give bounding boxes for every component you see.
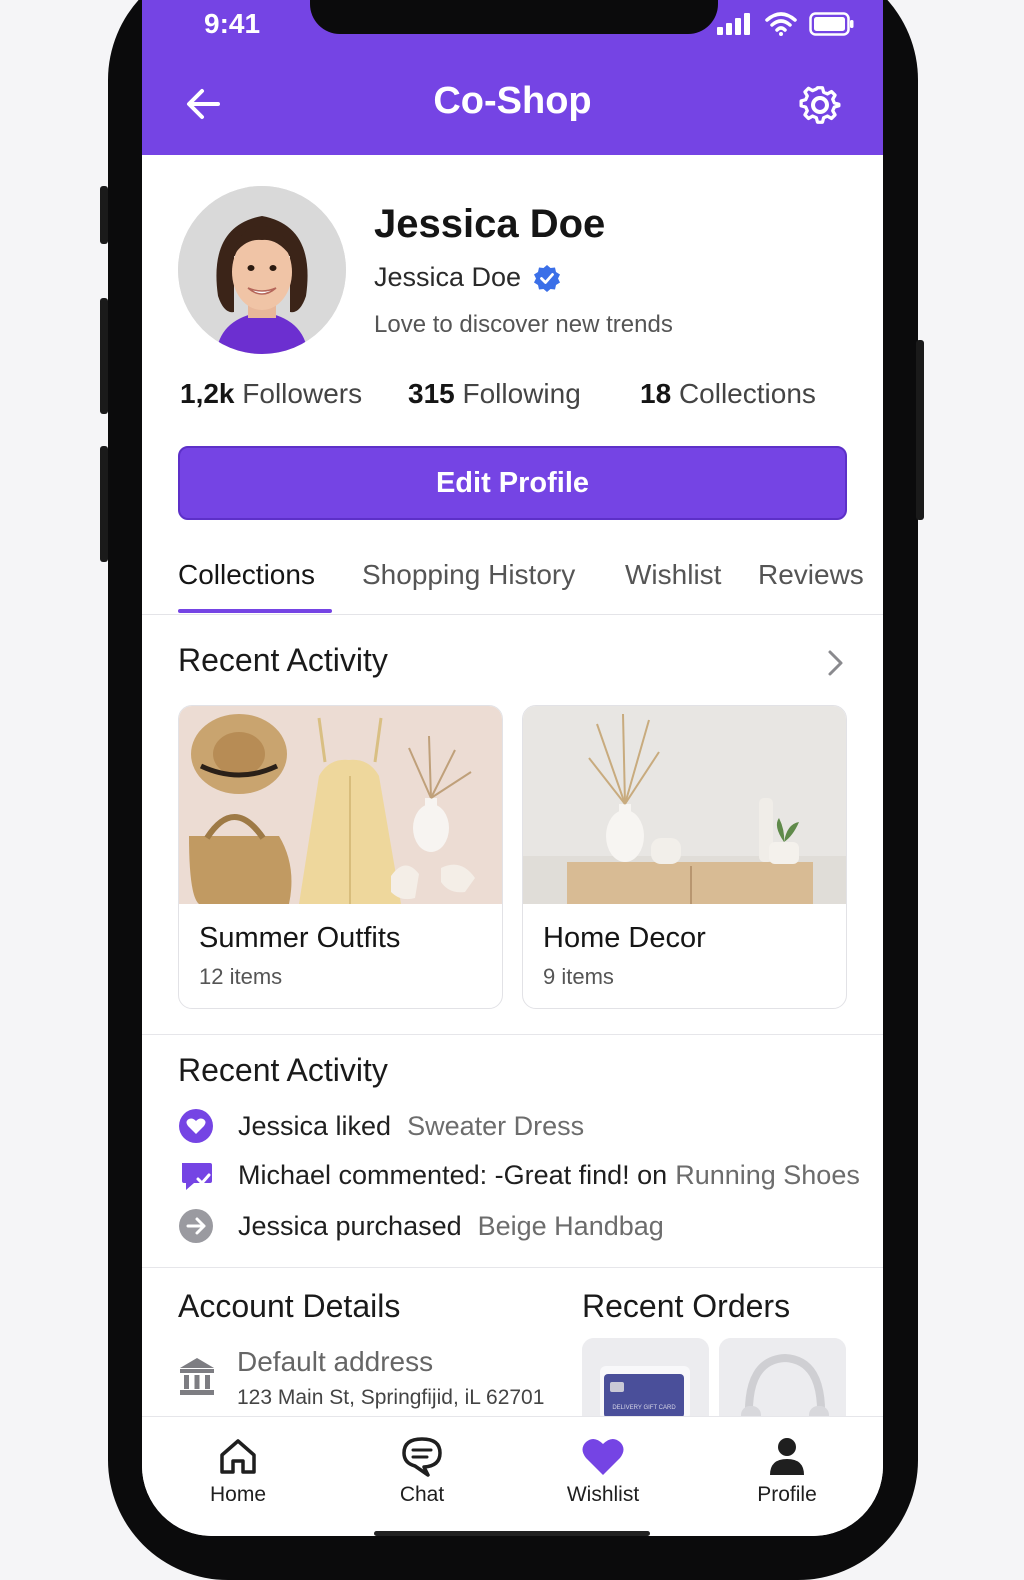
- top-app-bar: 9:41 Co-Shop: [142, 0, 883, 155]
- collection-card-summer-outfits[interactable]: Summer Outfits 12 items: [178, 705, 503, 1009]
- nav-profile[interactable]: Profile: [727, 1435, 847, 1507]
- default-address-label[interactable]: Default address: [237, 1346, 433, 1378]
- tab-collections[interactable]: Collections: [178, 559, 315, 591]
- section-divider: [142, 1267, 883, 1268]
- stat-collections[interactable]: 18 Collections: [640, 378, 816, 410]
- home-decor-image: [523, 706, 846, 904]
- active-tab-indicator: [178, 609, 332, 613]
- avatar-image: [178, 186, 346, 354]
- activity-text: Jessica purchased: [238, 1210, 462, 1241]
- heart-icon: [179, 1109, 213, 1143]
- home-icon: [220, 1439, 256, 1474]
- activity-section-title: Recent Activity: [178, 1052, 388, 1088]
- account-details-title: Account Details: [178, 1288, 401, 1324]
- activity-item[interactable]: Jessica liked Sweater Dress: [178, 1106, 584, 1146]
- edit-profile-button[interactable]: Edit Profile: [178, 446, 847, 520]
- section-divider: [142, 1034, 883, 1035]
- stat-followers[interactable]: 1,2k Followers: [180, 378, 362, 410]
- profile-display-name: Jessica Doe: [374, 202, 606, 246]
- stat-following-value: 315: [408, 378, 455, 409]
- stat-collections-label: Collections: [678, 378, 816, 409]
- default-address-value: 123 Main St, Springfijid, iL 62701: [237, 1386, 545, 1409]
- activity-product-link[interactable]: Sweater Dress: [407, 1111, 584, 1142]
- activity-product-link[interactable]: Beige Handbag: [478, 1211, 664, 1242]
- collection-title: Summer Outfits: [199, 922, 401, 954]
- collection-item-count: 9 items: [543, 964, 614, 989]
- nav-chat[interactable]: Chat: [362, 1435, 482, 1507]
- stat-following[interactable]: 315 Following: [408, 378, 581, 410]
- app-title: Co-Shop: [433, 80, 592, 122]
- profile-bio: Love to discover new trends: [374, 311, 673, 338]
- collection-image: [523, 706, 846, 904]
- status-icons: [717, 12, 855, 36]
- gear-icon: [799, 86, 841, 124]
- verified-badge-icon: [534, 264, 561, 292]
- profile-tabs: Collections Shopping History Wishlist Re…: [142, 555, 883, 615]
- tab-reviews[interactable]: Reviews: [758, 559, 864, 591]
- app-screen: 9:41 Co-Shop Jessica Doe Jessica Doe Lov…: [142, 0, 883, 1536]
- stat-collections-value: 18: [640, 378, 672, 409]
- signal-icon: [717, 13, 750, 35]
- collections-section-title: Recent Activity: [178, 642, 388, 678]
- status-time: 9:41: [204, 8, 261, 39]
- profile-username: Jessica Doe: [374, 262, 522, 292]
- nav-home[interactable]: Home: [178, 1435, 298, 1507]
- collection-image: [179, 706, 502, 904]
- chevron-right-icon: [828, 650, 843, 676]
- activity-text: Jessica liked: [238, 1110, 392, 1141]
- activity-text: Michael commented: -Great find! on: [238, 1159, 668, 1190]
- wifi-icon: [765, 12, 797, 36]
- mute-switch: [100, 186, 108, 244]
- collection-title: Home Decor: [543, 922, 706, 954]
- person-icon: [770, 1438, 804, 1475]
- collection-item-count: 12 items: [199, 964, 283, 989]
- volume-up-button: [100, 298, 108, 414]
- avatar[interactable]: [178, 186, 346, 354]
- stat-followers-label: Followers: [242, 378, 363, 409]
- nav-wishlist[interactable]: Wishlist: [543, 1435, 663, 1507]
- nav-profile-label: Profile: [757, 1483, 817, 1506]
- gift-card-text: DELIVERY GIFT CARD: [612, 1405, 676, 1411]
- camera-notch: [310, 0, 718, 34]
- settings-button[interactable]: [797, 82, 843, 128]
- see-all-button[interactable]: [822, 648, 848, 678]
- profile-username-row: Jessica Doe: [374, 262, 561, 293]
- comment-icon: [182, 1163, 212, 1190]
- stat-following-label: Following: [462, 378, 581, 409]
- arrow-right-circle-icon: [179, 1209, 213, 1243]
- heart-icon: [582, 1438, 624, 1475]
- home-indicator: [374, 1531, 650, 1536]
- summer-outfits-image: [179, 706, 502, 904]
- tab-shopping-history[interactable]: Shopping History: [362, 559, 575, 591]
- recent-orders-title: Recent Orders: [582, 1288, 791, 1324]
- collection-card-home-decor[interactable]: Home Decor 9 items: [522, 705, 847, 1009]
- stat-followers-value: 1,2k: [180, 378, 235, 409]
- activity-item[interactable]: Jessica purchased Beige Handbag: [178, 1206, 664, 1246]
- battery-icon: [809, 12, 854, 36]
- volume-down-button: [100, 446, 108, 562]
- nav-home-label: Home: [209, 1483, 267, 1506]
- activity-product-link[interactable]: Running Shoes: [675, 1160, 860, 1191]
- chat-icon: [402, 1437, 442, 1477]
- bottom-navigation: Home Chat Wishlist Profile: [142, 1416, 883, 1536]
- nav-wishlist-label: Wishlist: [566, 1483, 640, 1506]
- activity-item[interactable]: Michael commented: -Great find! on Runni…: [178, 1155, 860, 1195]
- nav-chat-label: Chat: [399, 1483, 445, 1506]
- tab-wishlist[interactable]: Wishlist: [625, 559, 721, 591]
- bank-icon: [180, 1358, 214, 1395]
- power-button: [916, 340, 924, 520]
